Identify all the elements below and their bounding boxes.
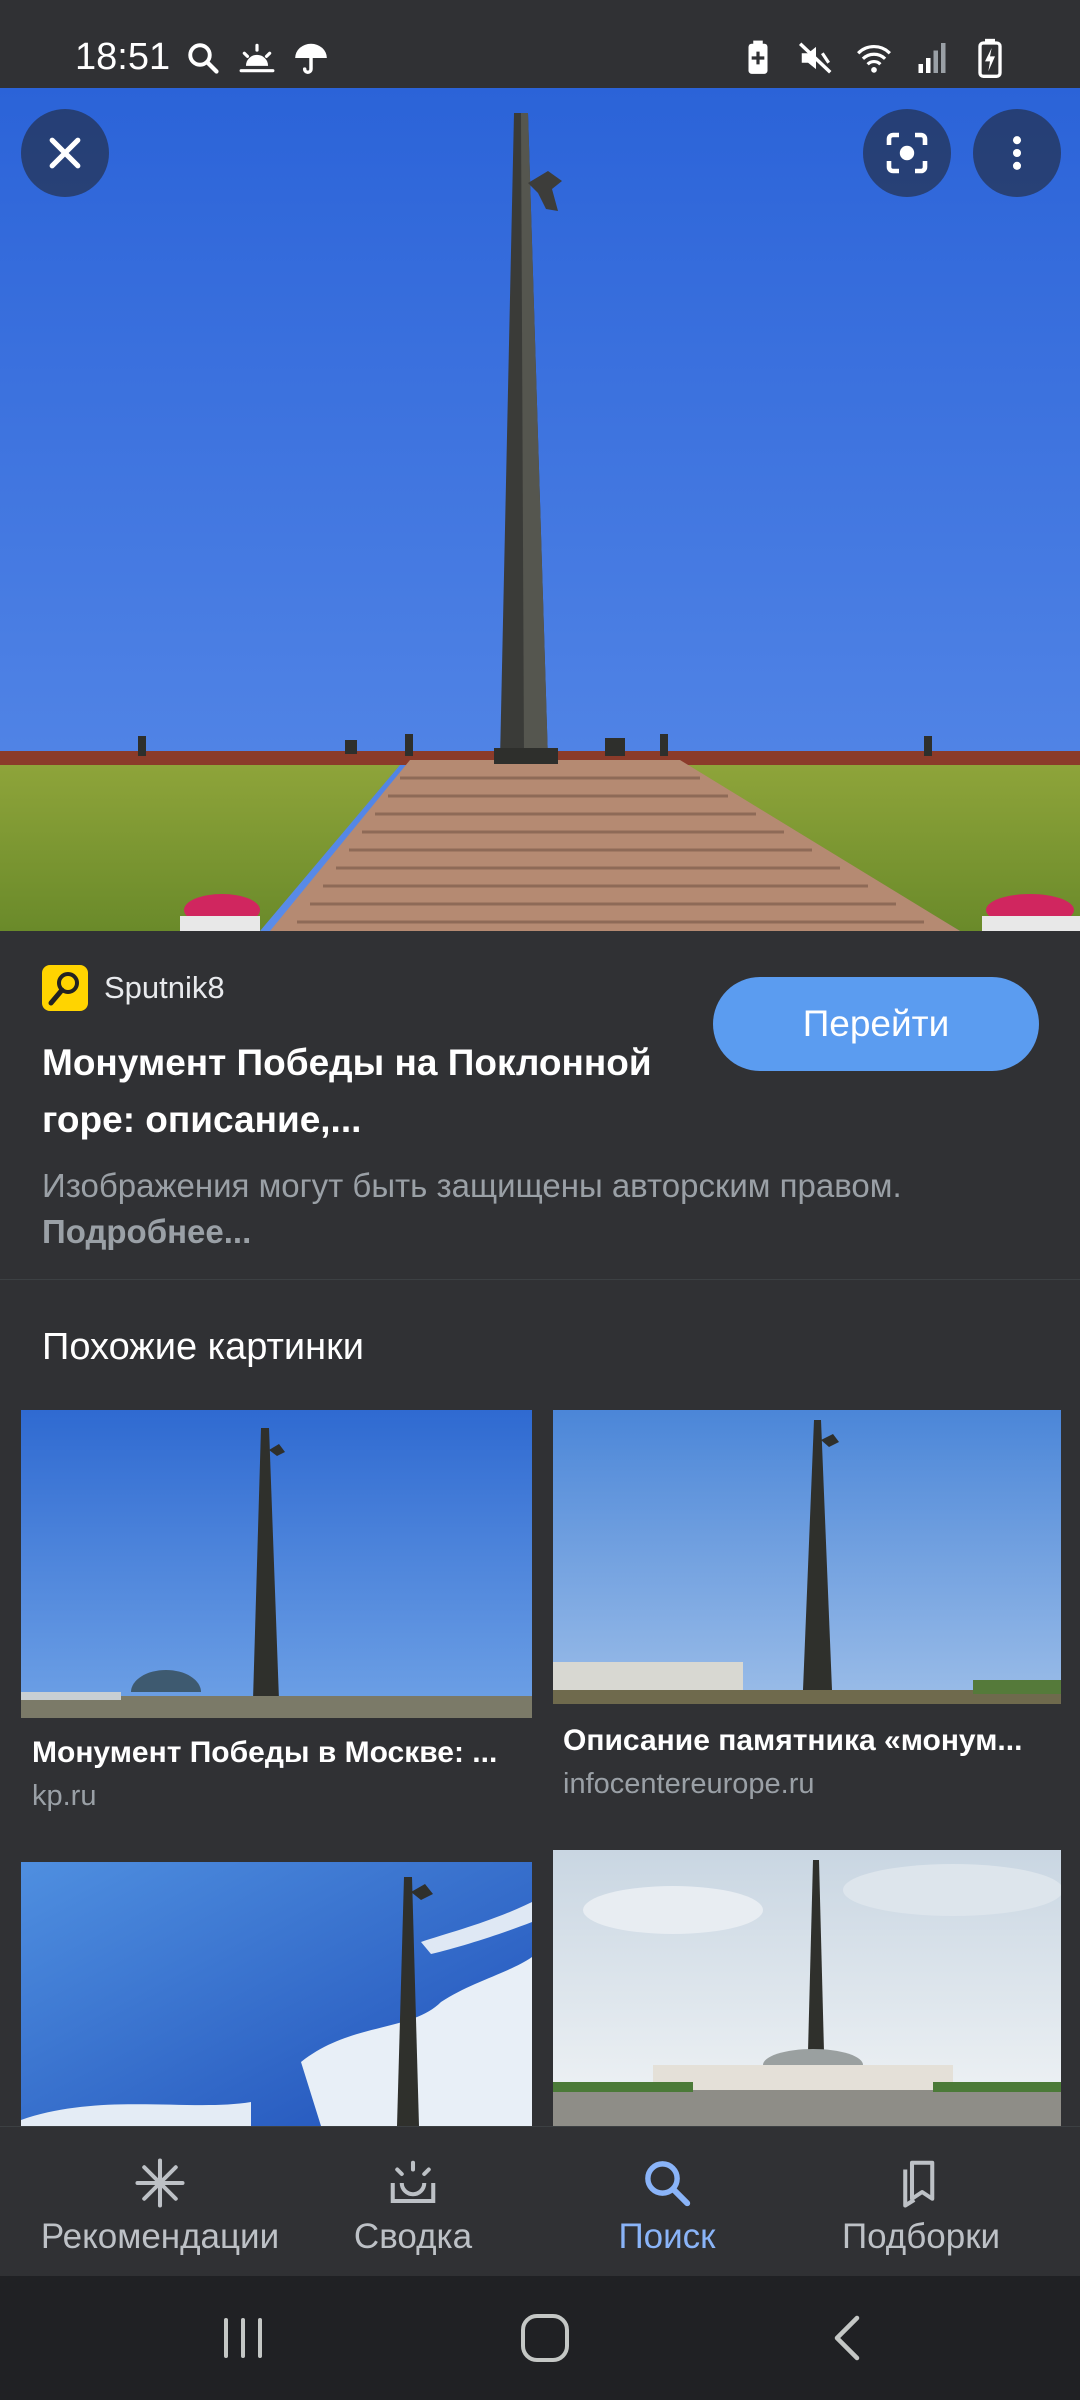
home-button[interactable] xyxy=(505,2306,585,2370)
nav-label: Рекомендации xyxy=(40,2217,280,2256)
similar-image xyxy=(553,1410,1061,1704)
similar-image xyxy=(21,1862,532,2126)
source-name: Sputnik8 xyxy=(104,970,225,1005)
bottom-navigation: Рекомендации Сводка Поиск Подборки xyxy=(0,2126,1080,2277)
source-row[interactable]: Sputnik8 xyxy=(42,965,225,1011)
weather-sun-icon xyxy=(237,38,277,78)
similar-image xyxy=(21,1410,532,1718)
recent-apps-icon xyxy=(224,2318,262,2358)
nav-summary[interactable]: Сводка xyxy=(278,2127,548,2277)
asterisk-icon xyxy=(130,2153,190,2213)
similar-card[interactable]: Описание памятника «монум... infocentere… xyxy=(553,1410,1061,1820)
source-logo-icon xyxy=(42,965,88,1011)
nav-label: Подборки xyxy=(841,2217,1001,2256)
back-icon xyxy=(834,2315,860,2361)
hero-image[interactable] xyxy=(0,88,1080,931)
back-button[interactable] xyxy=(807,2306,887,2370)
similar-item-title: Описание памятника «монум... xyxy=(563,1724,1023,1757)
similar-item-source: kp.ru xyxy=(32,1780,97,1812)
copyright-text: Изображения могут быть защищены авторски… xyxy=(42,1167,902,1204)
status-right-icons xyxy=(738,38,1010,78)
home-icon xyxy=(521,2314,569,2362)
battery-saver-icon xyxy=(738,38,778,78)
copyright-notice: Изображения могут быть защищены авторски… xyxy=(42,1163,1042,1255)
close-button[interactable] xyxy=(21,109,109,197)
more-vert-icon xyxy=(1012,136,1022,170)
learn-more-link[interactable]: Подробнее... xyxy=(42,1213,251,1250)
close-icon xyxy=(49,137,81,169)
battery-icon xyxy=(970,38,1010,78)
nav-label: Поиск xyxy=(618,2217,716,2256)
similar-item-title: Монумент Победы в Москве: ... xyxy=(32,1736,498,1769)
nav-label: Сводка xyxy=(353,2217,473,2256)
signal-icon xyxy=(912,38,952,78)
nav-search[interactable]: Поиск xyxy=(532,2127,802,2277)
result-info-panel: Sputnik8 Монумент Победы на Поклонной го… xyxy=(0,931,1080,1280)
more-options-button[interactable] xyxy=(973,109,1061,197)
nav-collections[interactable]: Подборки xyxy=(786,2127,1056,2277)
similar-card[interactable] xyxy=(553,1850,1061,2126)
umbrella-icon xyxy=(291,38,331,78)
lens-search-button[interactable] xyxy=(863,109,951,197)
lens-icon xyxy=(886,132,928,174)
similar-images-heading: Похожие картинки xyxy=(42,1326,364,1368)
summary-tray-icon xyxy=(383,2153,443,2213)
recent-apps-button[interactable] xyxy=(203,2306,283,2370)
status-time: 18:51 xyxy=(75,36,171,78)
collections-icon xyxy=(891,2153,951,2213)
system-navigation-bar xyxy=(0,2276,1080,2400)
visit-button[interactable]: Перейти xyxy=(713,977,1039,1071)
mute-icon xyxy=(796,38,836,78)
status-bar: 18:51 xyxy=(0,0,1080,88)
nav-recommendations[interactable]: Рекомендации xyxy=(25,2127,295,2277)
similar-card[interactable]: Монумент Победы в Москве: ... kp.ru xyxy=(21,1410,532,1830)
search-icon xyxy=(183,38,223,78)
result-title[interactable]: Монумент Победы на Поклонной горе: описа… xyxy=(42,1034,662,1148)
similar-card[interactable] xyxy=(21,1862,532,2126)
similar-item-source: infocentereurope.ru xyxy=(563,1768,815,1800)
wifi-icon xyxy=(854,38,894,78)
search-icon xyxy=(637,2153,697,2213)
status-left-icons xyxy=(183,38,331,78)
similar-image xyxy=(553,1850,1061,2126)
